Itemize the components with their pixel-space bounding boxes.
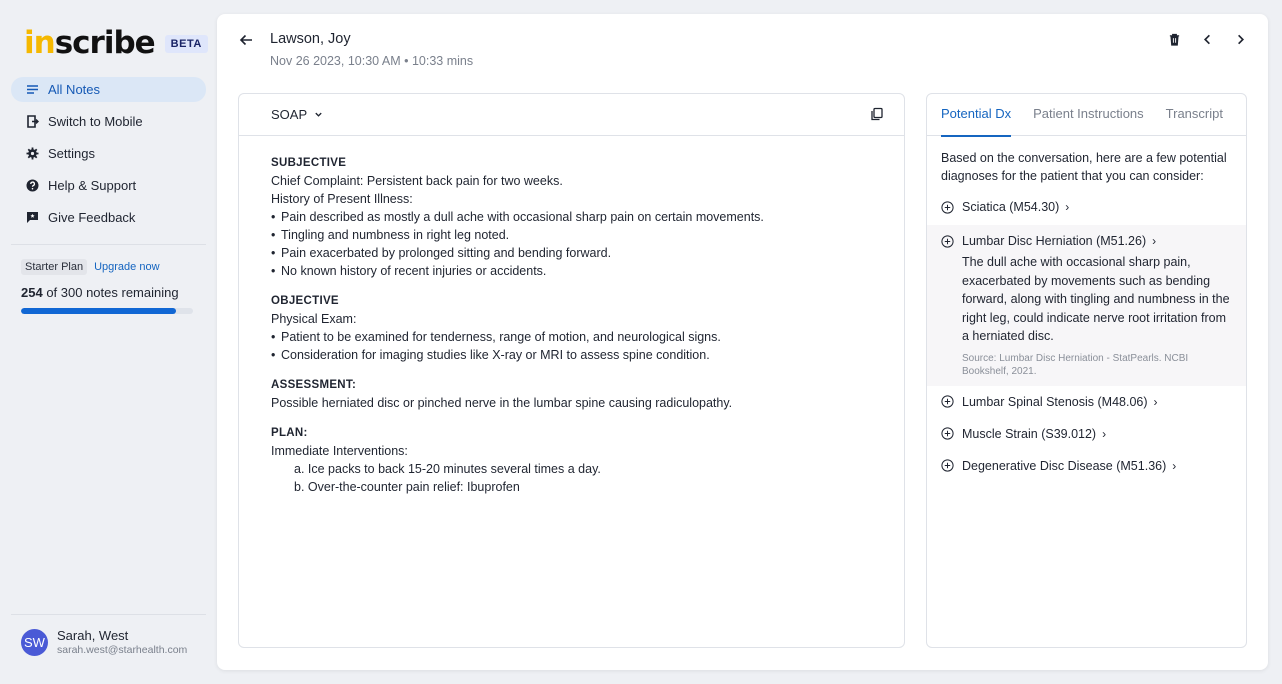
sidebar-item-settings[interactable]: Settings (11, 141, 206, 166)
dx-item-lumbar-disc-herniation[interactable]: Lumbar Disc Herniation (M51.26) › The du… (927, 225, 1246, 386)
sidebar-item-label: All Notes (48, 82, 101, 97)
plus-circle-icon (941, 395, 954, 408)
dx-item-lumbar-spinal-stenosis[interactable]: Lumbar Spinal Stenosis (M48.06) › (927, 386, 1246, 418)
list-item: b. Over-the-counter pain relief: Ibuprof… (294, 480, 520, 494)
physical-exam-label: Physical Exam: (271, 312, 357, 326)
sidebar-item-label: Switch to Mobile (48, 114, 143, 129)
plus-circle-icon (941, 459, 954, 472)
sidebar-item-label: Give Feedback (48, 210, 136, 225)
sidebar-item-help-support[interactable]: Help & Support (11, 173, 206, 198)
list-item: Pain exacerbated by prolonged sitting an… (271, 244, 872, 262)
logo-text: inscribe (24, 25, 156, 61)
dx-intro: Based on the conversation, here are a fe… (941, 151, 1227, 183)
visit-meta: Nov 26 2023, 10:30 AM • 10:33 mins (270, 54, 474, 68)
tab-transcript[interactable]: Transcript (1166, 94, 1223, 136)
plus-circle-icon (941, 234, 954, 248)
tab-patient-instructions[interactable]: Patient Instructions (1033, 94, 1144, 136)
note-panel: SOAP SUBJECTIVE Chief Complaint: Persist… (238, 93, 905, 648)
list-item: Tingling and numbness in right leg noted… (271, 226, 872, 244)
notes-progress-fill (21, 308, 176, 314)
dx-item-label: Degenerative Disc Disease (M51.36) (962, 458, 1167, 473)
plan-usage: Starter Plan Upgrade now 254 of 300 note… (21, 259, 199, 314)
sidebar-item-label: Help & Support (48, 178, 137, 193)
tab-potential-dx[interactable]: Potential Dx (941, 94, 1012, 137)
notes-remaining: 254 of 300 notes remaining (21, 285, 179, 300)
assessment-text: Possible herniated disc or pinched nerve… (271, 396, 733, 410)
section-title: SUBJECTIVE (271, 157, 347, 169)
sidebar-item-label: Settings (48, 146, 95, 161)
top-actions (1149, 31, 1248, 47)
list-item: Consideration for imaging studies like X… (271, 346, 872, 364)
objective-section: OBJECTIVE Physical Exam: Patient to be e… (271, 292, 872, 364)
patient-name: Lawson, Joy (270, 31, 351, 47)
plan-section: PLAN: Immediate Interventions: a. Ice pa… (271, 424, 872, 496)
sidebar-divider (11, 614, 206, 615)
note-template-label: SOAP (271, 107, 308, 122)
plus-circle-icon (941, 200, 954, 214)
back-arrow-icon[interactable] (237, 31, 255, 49)
sidebar-item-all-notes[interactable]: All Notes (11, 77, 206, 102)
trash-icon[interactable] (1166, 31, 1182, 47)
copy-icon[interactable] (870, 107, 884, 121)
chevron-right-icon: › (1153, 394, 1158, 409)
dx-tabs: Potential Dx Patient Instructions Transc… (927, 94, 1246, 137)
list-item: Pain described as mostly a dull ache wit… (271, 208, 872, 226)
chevron-right-icon: › (1152, 234, 1157, 248)
dx-item-degenerative-disc-disease[interactable]: Degenerative Disc Disease (M51.36) › (927, 450, 1246, 482)
section-title: OBJECTIVE (271, 295, 339, 307)
user-email: sarah.west@starhealth.com (57, 644, 188, 656)
sidebar: inscribe BETA All Notes Switch to Mobile… (0, 0, 218, 684)
chief-complaint: Chief Complaint: Persistent back pain fo… (271, 174, 563, 188)
gear-icon (26, 147, 39, 160)
feedback-icon (26, 211, 39, 224)
chevron-right-icon: › (1065, 200, 1070, 214)
dx-source: Source: Lumbar Disc Herniation - StatPea… (962, 352, 1189, 377)
subjective-section: SUBJECTIVE Chief Complaint: Persistent b… (271, 154, 872, 280)
sidebar-item-switch-to-mobile[interactable]: Switch to Mobile (11, 109, 206, 134)
main-card: Lawson, Joy Nov 26 2023, 10:30 AM • 10:3… (217, 14, 1268, 670)
dx-item-header[interactable]: Lumbar Disc Herniation (M51.26) › (941, 231, 1232, 251)
avatar: SW (21, 628, 48, 656)
sidebar-divider (11, 244, 206, 245)
list-item: No known history of recent injuries or a… (271, 262, 872, 280)
sidebar-nav: All Notes Switch to Mobile Settings Help… (11, 77, 206, 237)
notes-progress-bar (21, 308, 193, 314)
dx-item-label: Lumbar Disc Herniation (M51.26) (962, 234, 1147, 248)
plan-badge: Starter Plan (21, 259, 88, 275)
dx-item-label: Lumbar Spinal Stenosis (M48.06) (962, 394, 1148, 409)
plus-circle-icon (941, 427, 954, 440)
help-icon (26, 179, 39, 192)
dx-item-label: Muscle Strain (S39.012) (962, 426, 1097, 441)
user-profile[interactable]: SW Sarah, West sarah.west@starhealth.com (21, 628, 187, 656)
user-name: Sarah, West (57, 628, 129, 643)
app-logo[interactable]: inscribe BETA (24, 28, 208, 59)
list-item: Patient to be examined for tenderness, r… (271, 328, 872, 346)
assessment-section: ASSESSMENT: Possible herniated disc or p… (271, 376, 872, 412)
list-icon (26, 83, 39, 96)
plan-intro: Immediate Interventions: (271, 444, 408, 458)
note-body[interactable]: SUBJECTIVE Chief Complaint: Persistent b… (239, 136, 904, 526)
mobile-switch-icon (26, 115, 39, 128)
section-title: PLAN: (271, 427, 308, 439)
chevron-left-icon[interactable] (1199, 31, 1215, 47)
dx-item-muscle-strain[interactable]: Muscle Strain (S39.012) › (927, 418, 1246, 450)
hpi-label: History of Present Illness: (271, 192, 413, 206)
upgrade-link[interactable]: Upgrade now (94, 261, 159, 273)
chevron-right-icon: › (1102, 426, 1107, 441)
section-title: ASSESSMENT: (271, 379, 357, 391)
dx-panel: Potential Dx Patient Instructions Transc… (926, 93, 1247, 648)
chevron-right-icon: › (1172, 458, 1177, 473)
note-template-select[interactable]: SOAP (271, 107, 323, 122)
dx-item-label: Sciatica (M54.30) (962, 200, 1060, 214)
dx-item-sciatica[interactable]: Sciatica (M54.30) › (927, 191, 1246, 223)
list-item: a. Ice packs to back 15-20 minutes sever… (294, 462, 601, 476)
chevron-down-icon (314, 107, 323, 122)
beta-badge: BETA (164, 34, 208, 53)
dx-description: The dull ache with occasional sharp pain… (962, 255, 1230, 343)
sidebar-item-give-feedback[interactable]: Give Feedback (11, 205, 206, 230)
chevron-right-icon[interactable] (1232, 31, 1248, 47)
